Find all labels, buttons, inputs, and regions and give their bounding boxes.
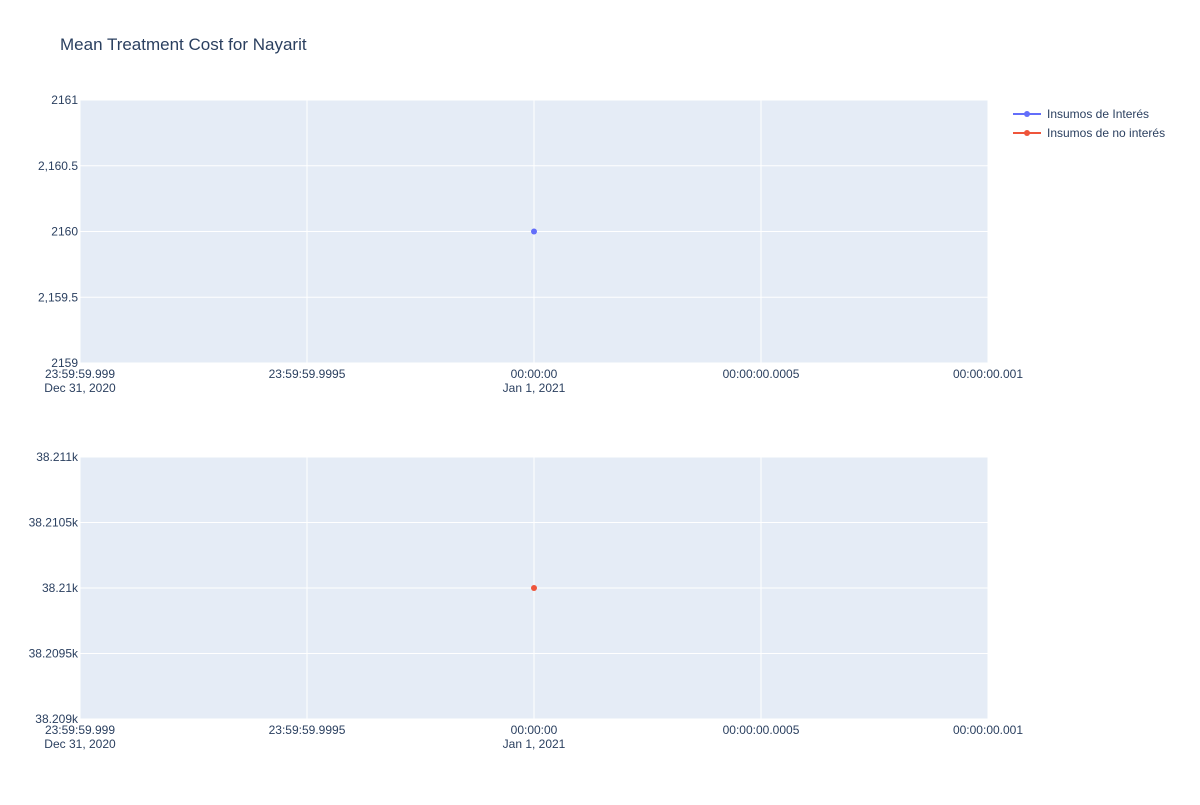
x-tick-date-label: Dec 31, 2020 [44,737,116,751]
x-tick-label: 00:00:00 [511,367,558,381]
x-tick-label: 23:59:59.9995 [269,367,346,381]
chart-title: Mean Treatment Cost for Nayarit [60,35,307,54]
y-tick-label: 38.21k [42,581,79,595]
legend-item[interactable]: Insumos de no interés [1013,126,1165,140]
y-tick-label: 2,159.5 [38,290,78,304]
data-point[interactable] [531,228,537,235]
x-tick-label: 23:59:59.999 [45,723,115,737]
chart-figure: Mean Treatment Cost for Nayarit 2159 2,159… [0,0,1200,800]
legend-marker [1024,130,1030,136]
x-tick-date-label: Jan 1, 2021 [503,381,566,395]
y-tick-label: 2161 [51,93,78,107]
x-tick-label: 23:59:59.999 [45,367,115,381]
x-tick-label: 00:00:00.001 [953,723,1023,737]
y-tick-label: 38.2095k [29,647,79,661]
y-tick-label: 38.211k [36,450,79,464]
y-tick-label: 2160 [51,225,78,239]
x-tick-label: 00:00:00.0005 [723,723,800,737]
data-point[interactable] [531,585,537,591]
y-tick-label: 38.2105k [29,516,79,530]
y-tick-label: 2,160.5 [38,159,78,173]
legend-label: Insumos de Interés [1047,107,1149,121]
subplot-1: 21592,159.521602,160.5216123:59:59.999De… [38,93,1023,395]
x-tick-label: 00:00:00 [511,723,558,737]
x-tick-date-label: Jan 1, 2021 [503,737,566,751]
chart-svg: Mean Treatment Cost for Nayarit21592,159… [29,35,1165,751]
subplot-2: 38.209k38.2095k38.21k38.2105k38.211k23:5… [29,450,1024,751]
legend-label: Insumos de no interés [1047,126,1165,140]
legend: Insumos de Interés Insumos de no interés [1013,107,1165,140]
x-tick-label: 00:00:00.001 [953,367,1023,381]
x-tick-label: 23:59:59.9995 [269,723,346,737]
x-tick-date-label: Dec 31, 2020 [44,381,116,395]
legend-marker [1024,111,1030,117]
legend-item[interactable]: Insumos de Interés [1013,107,1149,121]
x-tick-label: 00:00:00.0005 [723,367,800,381]
